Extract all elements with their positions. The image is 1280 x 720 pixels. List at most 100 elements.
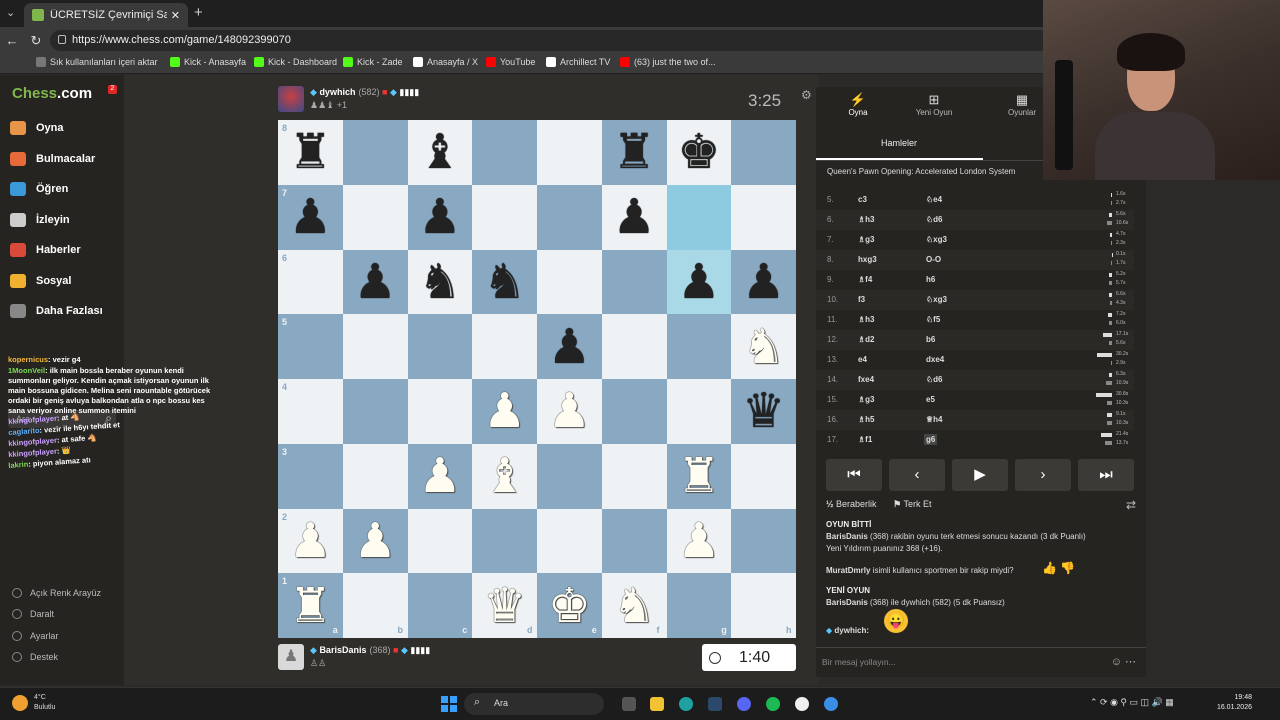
white-pawn-icon[interactable]: ♟ bbox=[472, 379, 537, 444]
board-square[interactable] bbox=[601, 508, 667, 574]
chess-logo[interactable]: Chess.com bbox=[12, 85, 92, 102]
white-pawn-icon[interactable]: ♟ bbox=[343, 509, 408, 574]
sidebar-bottom-item[interactable]: Destek bbox=[12, 652, 58, 662]
board-square[interactable] bbox=[601, 379, 667, 444]
black-move[interactable]: e5 bbox=[926, 395, 935, 404]
white-bishop-icon[interactable]: ♝ bbox=[472, 444, 537, 509]
black-move[interactable]: ♘d6 bbox=[926, 215, 943, 224]
black-pawn-icon[interactable]: ♟ bbox=[278, 185, 343, 250]
white-move[interactable]: ♗g3 bbox=[858, 235, 875, 244]
sidebar-item[interactable]: Bulmacalar bbox=[10, 152, 95, 166]
windows-start-icon[interactable] bbox=[441, 696, 457, 712]
board-square[interactable] bbox=[731, 508, 796, 574]
sidebar-item[interactable]: Sosyal bbox=[10, 274, 71, 288]
black-pawn-icon[interactable]: ♟ bbox=[537, 314, 602, 379]
board-square[interactable] bbox=[601, 249, 667, 315]
white-move[interactable]: ♗f1 bbox=[858, 435, 872, 444]
board-square[interactable] bbox=[278, 314, 343, 379]
resign-button[interactable]: ⚑ Terk Et bbox=[893, 499, 931, 509]
bookmark-item[interactable]: (63) just the two of... bbox=[620, 57, 716, 67]
log-username[interactable]: MuratDmrly bbox=[826, 566, 870, 575]
thumbs-down-icon[interactable]: 👎 bbox=[1060, 561, 1075, 575]
tab-yeni-oyun[interactable]: ⊞ Yeni Oyun bbox=[908, 92, 960, 117]
chess-board[interactable]: 8 7 6 5 4 3 2 1 a b c d e f g h ♜ ♝ ♜ ♚ ♟ ♟ ♟ ♟ ♞ ♞ ♟ ♟ ♟ ♞ ♟ ♟ ♛ ♟ ♝ ♜ ♟ ♟ ♟ ♜… bbox=[278, 120, 796, 638]
board-square[interactable] bbox=[666, 379, 732, 444]
board-square[interactable] bbox=[666, 314, 732, 379]
board-square[interactable] bbox=[601, 443, 667, 509]
spotify-icon[interactable] bbox=[766, 697, 780, 711]
bookmark-item[interactable]: Sık kullanılanları içeri aktar bbox=[36, 57, 158, 67]
board-square[interactable] bbox=[407, 314, 473, 379]
thumbs-up-icon[interactable]: 👍 bbox=[1042, 561, 1057, 575]
edge-icon[interactable] bbox=[679, 697, 693, 711]
player-avatar[interactable]: ♟ bbox=[278, 644, 304, 670]
black-king-icon[interactable]: ♚ bbox=[667, 120, 732, 185]
white-move[interactable]: ♗g3 bbox=[858, 395, 875, 404]
bookmark-item[interactable]: Archillect TV bbox=[546, 57, 610, 67]
black-pawn-icon[interactable]: ♟ bbox=[667, 250, 732, 315]
white-rook-icon[interactable]: ♜ bbox=[278, 573, 343, 638]
new-tab-icon[interactable]: + bbox=[194, 4, 203, 21]
white-move[interactable]: ♗f4 bbox=[858, 275, 872, 284]
bottom-player-name[interactable]: BarisDanis bbox=[319, 645, 366, 655]
reload-icon[interactable]: ↻ bbox=[24, 33, 48, 49]
black-move[interactable]: h6 bbox=[926, 275, 935, 284]
sidebar-item[interactable]: Oyna bbox=[10, 121, 64, 135]
black-move[interactable]: ♘f5 bbox=[926, 315, 940, 324]
white-move[interactable]: ♗h3 bbox=[858, 315, 875, 324]
white-move[interactable]: hxg3 bbox=[858, 255, 877, 264]
black-move[interactable]: ♕h4 bbox=[926, 415, 943, 424]
last-move-button[interactable]: ⏭ bbox=[1078, 459, 1134, 491]
white-move[interactable]: ♗d2 bbox=[858, 335, 875, 344]
black-bishop-icon[interactable]: ♝ bbox=[408, 120, 473, 185]
white-pawn-icon[interactable]: ♟ bbox=[537, 379, 602, 444]
board-square[interactable] bbox=[537, 443, 602, 509]
black-move[interactable]: g6 bbox=[924, 434, 938, 445]
board-square[interactable] bbox=[537, 120, 602, 185]
draw-button[interactable]: ½ Beraberlik bbox=[826, 499, 877, 509]
next-move-button[interactable]: › bbox=[1015, 459, 1071, 491]
board-square[interactable] bbox=[342, 314, 408, 379]
weather-widget[interactable]: 4°C Bulutlu bbox=[12, 693, 55, 713]
board-square[interactable] bbox=[472, 120, 537, 185]
white-queen-icon[interactable]: ♛ bbox=[472, 573, 537, 638]
board-square[interactable] bbox=[666, 184, 732, 250]
sidebar-bottom-item[interactable]: Daralt bbox=[12, 609, 54, 619]
notification-badge[interactable]: 2 bbox=[108, 85, 117, 94]
white-pawn-icon[interactable]: ♟ bbox=[278, 509, 343, 574]
steam-icon[interactable] bbox=[708, 697, 722, 711]
close-tab-icon[interactable]: ✕ bbox=[171, 9, 180, 22]
previous-move-button[interactable]: ‹ bbox=[889, 459, 945, 491]
log-username[interactable]: BarisDanis bbox=[826, 532, 868, 541]
sidebar-bottom-item[interactable]: Açık Renk Arayüz bbox=[12, 588, 101, 598]
bookmark-item[interactable]: Anasayfa / X bbox=[413, 57, 478, 67]
white-move[interactable]: fxe4 bbox=[858, 375, 874, 384]
chat-username[interactable]: dywhich: bbox=[834, 626, 869, 635]
opponent-avatar[interactable] bbox=[278, 86, 304, 112]
board-square[interactable] bbox=[731, 184, 796, 250]
black-move[interactable]: O-O bbox=[926, 255, 941, 264]
sidebar-item[interactable]: İzleyin bbox=[10, 213, 70, 227]
file-explorer-icon[interactable] bbox=[650, 697, 664, 711]
board-square[interactable] bbox=[342, 184, 408, 250]
black-move[interactable]: ♘xg3 bbox=[926, 295, 947, 304]
bookmark-item[interactable]: Kick - Anasayfa bbox=[170, 57, 246, 67]
url-field[interactable]: https://www.chess.com/game/148092399070 bbox=[50, 30, 1050, 51]
board-square[interactable] bbox=[472, 184, 537, 250]
task-view-icon[interactable] bbox=[622, 697, 636, 711]
top-player-name[interactable]: dywhich bbox=[319, 87, 355, 97]
white-knight-icon[interactable]: ♞ bbox=[602, 573, 667, 638]
board-square[interactable] bbox=[537, 184, 602, 250]
black-pawn-icon[interactable]: ♟ bbox=[602, 185, 667, 250]
bookmark-item[interactable]: Kick - Dashboard bbox=[254, 57, 337, 67]
black-rook-icon[interactable]: ♜ bbox=[278, 120, 343, 185]
sidebar-bottom-item[interactable]: Ayarlar bbox=[12, 631, 58, 641]
white-move[interactable]: e4 bbox=[858, 355, 867, 364]
play-button[interactable]: ▶ bbox=[952, 459, 1008, 491]
black-move[interactable]: ♘xg3 bbox=[926, 235, 947, 244]
epic-games-icon[interactable] bbox=[795, 697, 809, 711]
discord-icon[interactable] bbox=[737, 697, 751, 711]
board-square[interactable] bbox=[731, 443, 796, 509]
log-username[interactable]: BarisDanis bbox=[826, 598, 868, 607]
board-square[interactable] bbox=[537, 249, 602, 315]
